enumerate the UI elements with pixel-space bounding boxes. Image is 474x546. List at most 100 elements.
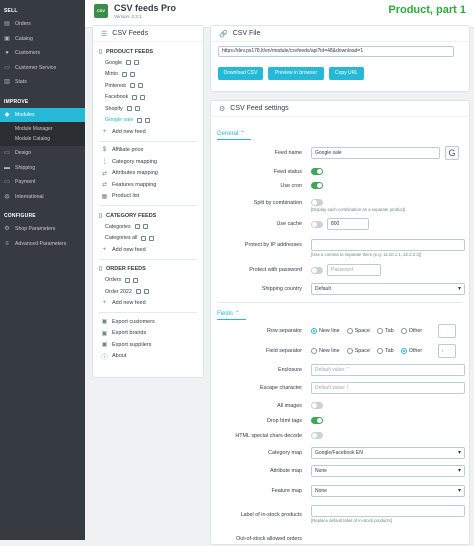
copy-icon[interactable] xyxy=(135,289,141,295)
link-affiliate-price[interactable]: $ Affiliate price xyxy=(93,145,203,157)
copy-icon[interactable] xyxy=(129,83,135,89)
tab-fields[interactable]: Fields ⌃ xyxy=(217,310,246,320)
feature-map-select[interactable]: None xyxy=(311,485,465,497)
radio-option-tab[interactable]: Tab xyxy=(376,328,394,334)
sidebar-item-orders[interactable]: ▤ Orders xyxy=(0,17,85,32)
radio-button[interactable] xyxy=(311,328,317,334)
add-new-product-feed-link[interactable]: + Add new feed xyxy=(93,126,203,138)
trash-icon[interactable] xyxy=(137,83,143,89)
trash-icon[interactable] xyxy=(142,224,148,230)
add-new-category-feed-link[interactable]: + Add new feed xyxy=(93,244,203,256)
sidebar-item-modules[interactable]: ◆ Modules xyxy=(0,107,85,122)
copy-icon[interactable] xyxy=(132,94,138,100)
sidebar-item-customers[interactable]: ● Customers xyxy=(0,46,85,61)
link-attributes-mapping[interactable]: ⇄ Attributes mapping xyxy=(93,168,203,180)
radio-button[interactable] xyxy=(400,328,407,334)
radio-option-space[interactable]: Space xyxy=(346,348,370,354)
feed-status-toggle[interactable] xyxy=(311,168,323,175)
field-separator-other-input[interactable]: , xyxy=(438,344,456,358)
row-separator-other-input[interactable] xyxy=(438,324,456,338)
trash-icon[interactable] xyxy=(134,106,140,112)
feed-item-minto[interactable]: Minto xyxy=(93,69,203,81)
feed-item-order-2022[interactable]: Order 2022 xyxy=(93,286,203,298)
protect-password-toggle[interactable] xyxy=(311,266,323,274)
use-cache-toggle[interactable] xyxy=(311,220,323,228)
sidebar-item-catalog[interactable]: ▣ Catalog xyxy=(0,32,85,47)
radio-button[interactable] xyxy=(400,348,407,354)
link-about[interactable]: ⓘ About xyxy=(93,351,203,363)
link-export-suppliers[interactable]: ▣ Export suppliers xyxy=(93,339,203,351)
csv-url-field[interactable]: https://dev.ps178.lt/en/module/csvfeeds/… xyxy=(218,46,454,57)
add-new-order-feed-link[interactable]: + Add new feed xyxy=(93,298,203,310)
in-stock-input[interactable] xyxy=(311,505,465,517)
copy-icon[interactable] xyxy=(137,117,143,123)
copy-icon[interactable] xyxy=(141,235,147,241)
password-input[interactable]: Password xyxy=(327,264,381,276)
radio-option-other[interactable]: Other xyxy=(400,328,422,334)
link-export-brands[interactable]: ▣ Export brands xyxy=(93,328,203,340)
radio-option-new-line[interactable]: New line xyxy=(311,328,340,334)
feed-item-categories[interactable]: Categories xyxy=(93,221,203,233)
trash-icon[interactable] xyxy=(143,289,149,295)
trash-icon[interactable] xyxy=(140,94,146,100)
shipping-country-select[interactable]: Default xyxy=(311,283,465,295)
attribute-map-select[interactable]: None xyxy=(311,465,465,477)
tab-general[interactable]: General ⌃ xyxy=(217,130,252,140)
sidebar-item-shipping[interactable]: ▬ Shipping xyxy=(0,161,85,176)
sidebar-item-international[interactable]: ◍ International xyxy=(0,190,85,205)
feed-item-orders[interactable]: Orders xyxy=(93,275,203,287)
radio-option-space[interactable]: Space xyxy=(346,328,370,334)
sidebar-item-advanced-parameters[interactable]: ≡ Advanced Parameters xyxy=(0,237,85,252)
trash-icon[interactable] xyxy=(145,117,151,123)
trash-icon[interactable] xyxy=(133,277,139,283)
download-csv-button[interactable]: Download CSV xyxy=(218,67,263,80)
preview-in-browser-button[interactable]: Preview in browser xyxy=(268,67,324,80)
link-export-customers[interactable]: ▣ Export customers xyxy=(93,316,203,328)
split-toggle[interactable] xyxy=(311,199,323,206)
copy-url-button[interactable]: Copy URL xyxy=(329,67,364,80)
radio-button[interactable] xyxy=(346,328,353,334)
sidebar-item-shop-parameters[interactable]: ⚙ Shop Parameters xyxy=(0,222,85,237)
feed-item-google-sale[interactable]: Google sale xyxy=(93,115,203,127)
all-images-toggle[interactable] xyxy=(311,402,323,409)
trash-icon[interactable] xyxy=(129,71,135,77)
feed-item-google[interactable]: Google xyxy=(93,57,203,69)
radio-option-tab[interactable]: Tab xyxy=(376,348,394,354)
trash-icon[interactable] xyxy=(149,235,155,241)
sidebar-item-payment[interactable]: ▭ Payment xyxy=(0,175,85,190)
copy-icon[interactable] xyxy=(125,277,131,283)
radio-button[interactable] xyxy=(346,348,353,354)
escape-input[interactable]: Default value: \ xyxy=(311,382,465,394)
sidebar-item-customer-service[interactable]: ▭ Customer Service xyxy=(0,61,85,76)
radio-button[interactable] xyxy=(376,348,383,354)
sidebar-item-design[interactable]: ▭ Design xyxy=(0,146,85,161)
feed-item-facebook[interactable]: Facebook xyxy=(93,92,203,104)
cache-input[interactable]: 800 xyxy=(327,218,369,230)
use-cron-toggle[interactable] xyxy=(311,182,323,189)
sidebar-item-stats[interactable]: ▥ Stats xyxy=(0,75,85,90)
radio-button[interactable] xyxy=(311,348,317,354)
sidebar-subitem-module-manager[interactable]: Module Manager xyxy=(0,124,85,134)
copy-icon[interactable] xyxy=(126,106,132,112)
link-category-mapping[interactable]: ⋮ Category mapping xyxy=(93,156,203,168)
google-icon[interactable]: G xyxy=(445,146,459,160)
drop-html-toggle[interactable] xyxy=(311,417,323,424)
trash-icon[interactable] xyxy=(134,60,140,66)
link-product-list[interactable]: ▦ Product list xyxy=(93,191,203,203)
feed-item-categories-all[interactable]: Categories all xyxy=(93,233,203,245)
category-map-select[interactable]: Google/Facebook EN xyxy=(311,447,465,459)
sidebar-subitem-module-catalog[interactable]: Module Catalog xyxy=(0,134,85,144)
copy-icon[interactable] xyxy=(126,60,132,66)
radio-option-new-line[interactable]: New line xyxy=(311,348,340,354)
copy-icon[interactable] xyxy=(121,71,127,77)
copy-icon[interactable] xyxy=(134,224,140,230)
link-features-mapping[interactable]: ⇄ Features mapping xyxy=(93,179,203,191)
protect-ip-input[interactable] xyxy=(311,239,465,251)
radio-option-other[interactable]: Other xyxy=(400,348,422,354)
enclosure-input[interactable]: Default value: " xyxy=(311,364,465,376)
feed-item-pinterest[interactable]: Pinterest xyxy=(93,80,203,92)
radio-button[interactable] xyxy=(376,328,383,334)
html-special-toggle[interactable] xyxy=(311,432,323,439)
feed-item-shopify[interactable]: Shopify xyxy=(93,103,203,115)
feed-name-input[interactable]: Google sale xyxy=(311,147,440,159)
